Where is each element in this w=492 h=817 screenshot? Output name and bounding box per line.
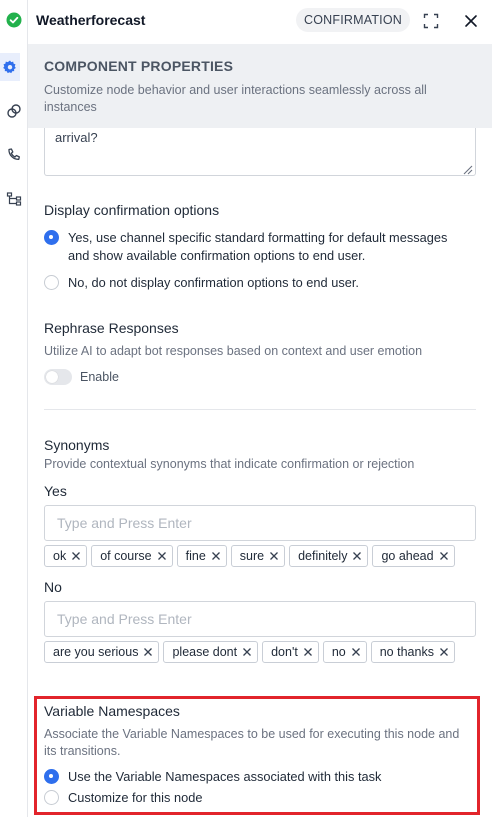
gear-icon[interactable]: [0, 53, 20, 81]
chip-label: don't: [271, 645, 298, 659]
close-icon[interactable]: [460, 10, 482, 32]
rephrase-toggle-row[interactable]: Enable: [44, 369, 119, 385]
variable-namespaces-option-custom[interactable]: Customize for this node: [44, 789, 202, 807]
chip: go ahead: [372, 545, 455, 567]
yes-chips: ok of course fine sure definitely go ahe…: [44, 545, 455, 567]
node-type-badge: CONFIRMATION: [296, 8, 410, 32]
chip: ok: [44, 545, 88, 567]
properties-content: arrival? Display confirmation options Ye…: [28, 128, 492, 817]
chip: sure: [230, 545, 286, 567]
divider: [44, 409, 476, 410]
chip-label: sure: [239, 549, 265, 563]
no-label: No: [44, 579, 62, 595]
display-confirmation-option-yes[interactable]: Yes, use channel specific standard forma…: [44, 229, 468, 265]
remove-chip-icon[interactable]: [268, 550, 280, 562]
link-icon[interactable]: [0, 97, 28, 125]
chip-label: definitely: [298, 549, 348, 563]
variable-namespaces-option-task[interactable]: Use the Variable Namespaces associated w…: [44, 768, 381, 786]
remove-chip-icon[interactable]: [438, 550, 450, 562]
rephrase-description: Utilize AI to adapt bot responses based …: [44, 344, 423, 358]
component-properties-header: COMPONENT PROPERTIES Customize node beha…: [28, 44, 492, 128]
node-title: Weatherforecast: [36, 12, 146, 28]
resize-handle-icon[interactable]: [463, 163, 473, 175]
radio-unselected[interactable]: [44, 275, 59, 290]
remove-chip-icon[interactable]: [210, 550, 222, 562]
chip: no thanks: [370, 641, 455, 663]
synonyms-label: Synonyms: [44, 437, 110, 453]
radio-label: No, do not display confirmation options …: [68, 275, 359, 290]
rephrase-label: Rephrase Responses: [44, 320, 179, 336]
chip-label: ok: [53, 549, 67, 563]
yes-label: Yes: [44, 483, 67, 499]
chip-label: of course: [100, 549, 152, 563]
display-confirmation-label: Display confirmation options: [44, 202, 220, 218]
check-circle-icon: [0, 6, 28, 34]
top-bar: Weatherforecast CONFIRMATION: [28, 0, 492, 44]
no-chips: are you serious please dont don't no no …: [44, 641, 455, 663]
chip: no: [322, 641, 367, 663]
remove-chip-icon[interactable]: [142, 646, 154, 658]
toggle-label: Enable: [80, 370, 119, 384]
chip: don't: [262, 641, 319, 663]
no-synonym-input[interactable]: [44, 601, 476, 637]
radio-label: Use the Variable Namespaces associated w…: [68, 769, 382, 784]
radio-label: Yes, use channel specific standard forma…: [68, 230, 448, 263]
enable-toggle[interactable]: [44, 369, 72, 385]
chip: are you serious: [44, 641, 160, 663]
remove-chip-icon[interactable]: [351, 550, 363, 562]
left-rail: [0, 0, 28, 817]
remove-chip-icon[interactable]: [302, 646, 314, 658]
chip: please dont: [163, 641, 259, 663]
synonyms-description: Provide contextual synonyms that indicat…: [44, 457, 415, 471]
section-heading: COMPONENT PROPERTIES: [44, 58, 234, 74]
yes-synonym-input[interactable]: [44, 505, 476, 541]
chip: fine: [176, 545, 227, 567]
variable-namespaces-description: Associate the Variable Namespaces to be …: [44, 727, 460, 758]
radio-unselected[interactable]: [44, 790, 59, 805]
prompt-textarea[interactable]: arrival?: [44, 128, 476, 176]
chip: definitely: [289, 545, 369, 567]
remove-chip-icon[interactable]: [241, 646, 253, 658]
phone-icon[interactable]: [0, 141, 28, 169]
chip-label: no: [331, 645, 346, 659]
remove-chip-icon[interactable]: [156, 550, 168, 562]
chip-label: please dont: [172, 645, 238, 659]
remove-chip-icon[interactable]: [70, 550, 82, 562]
chip-label: no thanks: [379, 645, 434, 659]
radio-label: Customize for this node: [68, 790, 203, 805]
chip-label: are you serious: [53, 645, 139, 659]
remove-chip-icon[interactable]: [438, 646, 450, 658]
display-confirmation-option-no[interactable]: No, do not display confirmation options …: [44, 274, 359, 292]
prompt-text: arrival?: [55, 130, 98, 145]
chip-label: fine: [185, 549, 206, 563]
chip: of course: [91, 545, 173, 567]
radio-selected[interactable]: [44, 230, 59, 245]
chip-label: go ahead: [381, 549, 434, 563]
remove-chip-icon[interactable]: [350, 646, 362, 658]
flow-icon[interactable]: [0, 185, 28, 213]
expand-icon[interactable]: [420, 10, 442, 32]
variable-namespaces-label: Variable Namespaces: [44, 703, 180, 719]
radio-selected[interactable]: [44, 769, 59, 784]
section-subtitle: Customize node behavior and user interac…: [44, 83, 427, 114]
